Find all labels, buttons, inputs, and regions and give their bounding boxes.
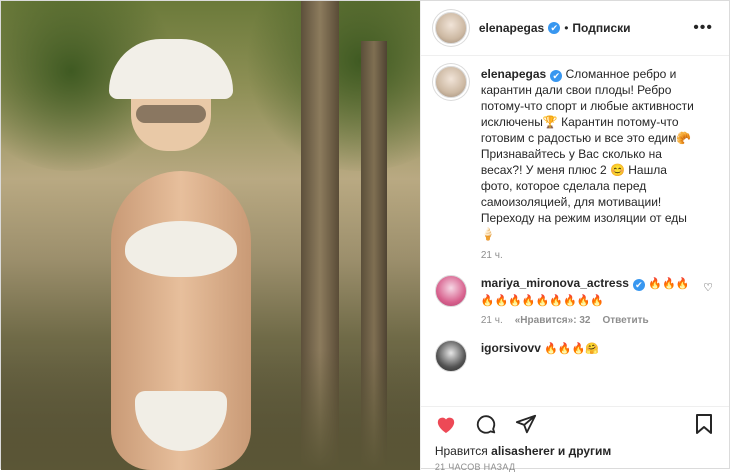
comment-meta: 21 ч. «Нравится»: 32 Ответить [481, 315, 715, 326]
likes-others-link[interactable]: и другим [558, 444, 611, 458]
comment-time[interactable]: 21 ч. [481, 315, 503, 326]
caption-text: Сломанное ребро и карантин дали свои пло… [480, 67, 694, 241]
verified-icon: ✔ [548, 22, 561, 34]
comment-like-icon[interactable]: ♡ [703, 281, 713, 294]
bookmark-icon[interactable] [691, 411, 717, 437]
likes-user-link[interactable]: alisasherer [491, 444, 554, 458]
avatar[interactable] [434, 340, 467, 372]
verified-icon: ✔ [550, 70, 563, 82]
bucket-hat [109, 39, 233, 99]
woman-figure [81, 31, 281, 470]
comment-item: mariya_mironova_actress ✔ 🔥🔥🔥🔥🔥🔥🔥🔥🔥🔥🔥🔥 ♡ [434, 275, 715, 309]
caption-time[interactable]: 21 ч. [481, 250, 715, 261]
share-icon[interactable] [513, 411, 539, 437]
likes-summary: Нравится alisasherer и другим [435, 444, 611, 458]
comment-text: 🔥🔥🔥🤗 [544, 343, 600, 355]
reply-button[interactable]: Ответить [602, 315, 648, 326]
comments-area[interactable]: elenapegas ✔ Сломанное ребро и карантин д… [421, 56, 729, 408]
comment-username[interactable]: mariya_mironova_actress [481, 276, 629, 290]
avatar[interactable] [434, 66, 467, 98]
more-options-icon[interactable]: ••• [693, 19, 713, 37]
avatar[interactable] [434, 12, 467, 44]
post-photo[interactable] [1, 1, 420, 470]
following-button[interactable]: Подписки [572, 21, 630, 35]
likes-prefix: Нравится [434, 444, 488, 458]
post-modal: elenapegas ✔ • Подписки ••• elenapegas ✔ … [0, 0, 730, 472]
action-bar [420, 406, 729, 440]
verified-icon: ✔ [632, 279, 645, 291]
heart-icon[interactable] [433, 411, 459, 437]
comment-likes-count[interactable]: «Нравится»: 32 [515, 315, 591, 326]
header-username[interactable]: elenapegas [479, 21, 544, 35]
bikini-top [125, 221, 237, 277]
separator-dot: • [564, 21, 569, 35]
post-sidebar: elenapegas ✔ • Подписки ••• elenapegas ✔ … [419, 1, 729, 472]
post-header: elenapegas ✔ • Подписки ••• [420, 1, 729, 56]
comment-icon[interactable] [473, 411, 499, 437]
caption-username[interactable]: elenapegas [481, 67, 546, 81]
caption: elenapegas ✔ Сломанное ребро и карантин д… [434, 66, 715, 242]
post-age[interactable]: 21 часов назад [435, 462, 516, 472]
avatar[interactable] [434, 275, 467, 307]
comment-username[interactable]: igorsivovv [481, 341, 541, 355]
sunglasses [136, 105, 206, 123]
comment-item: igorsivovv 🔥🔥🔥🤗 [434, 340, 715, 372]
